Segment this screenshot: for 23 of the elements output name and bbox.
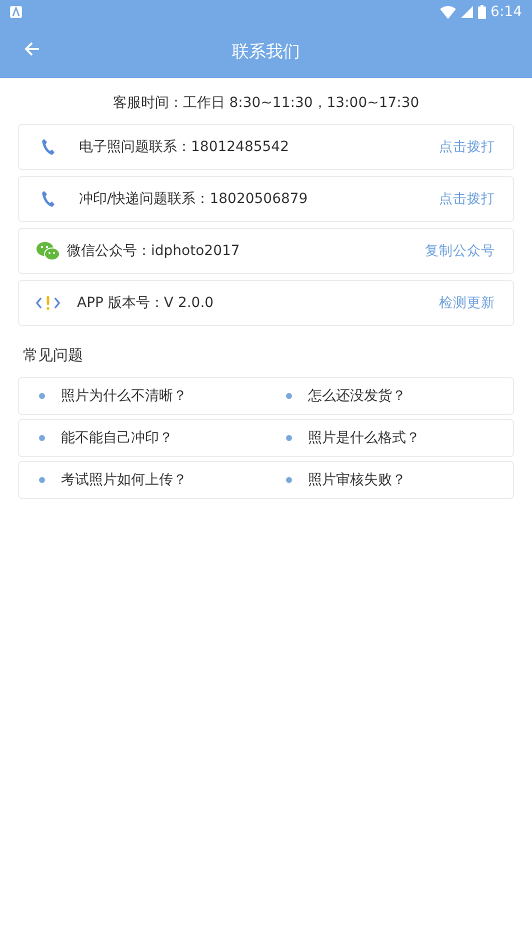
contact-label: 微信公众号：idphoto2017 (67, 242, 241, 260)
back-arrow-icon (24, 41, 40, 57)
status-time: 6:14 (490, 4, 522, 20)
notification-icon (10, 6, 22, 18)
service-hours: 客服时间：工作日 8:30~11:30，13:00~17:30 (112, 95, 420, 111)
wifi-icon (440, 6, 456, 18)
chat-bubbles-icon (36, 241, 60, 261)
phone-icon (41, 190, 55, 208)
code-warning-icon (35, 295, 61, 311)
faq-question[interactable]: 照片是什么格式？ (266, 429, 513, 447)
contact-label: APP 版本号：V 2.0.0 (77, 294, 215, 312)
contact-label: 电子照问题联系：18012485542 (79, 138, 290, 156)
faq-heading: 常见问题 (23, 346, 83, 364)
faq-question[interactable]: 能不能自己冲印？ (19, 429, 266, 447)
faq-question[interactable]: 考试照片如何上传？ (19, 471, 266, 489)
contact-label: 冲印/快递问题联系：18020506879 (79, 190, 309, 208)
screen-title: 联系我们 (232, 40, 300, 62)
faq-question[interactable]: 照片为什么不清晰？ (19, 387, 266, 405)
battery-icon (478, 5, 486, 19)
phone-icon (41, 138, 55, 156)
signal-icon (460, 6, 473, 18)
faq-question[interactable]: 照片审核失败？ (266, 471, 513, 489)
faq-question[interactable]: 怎么还没发货？ (266, 387, 513, 405)
